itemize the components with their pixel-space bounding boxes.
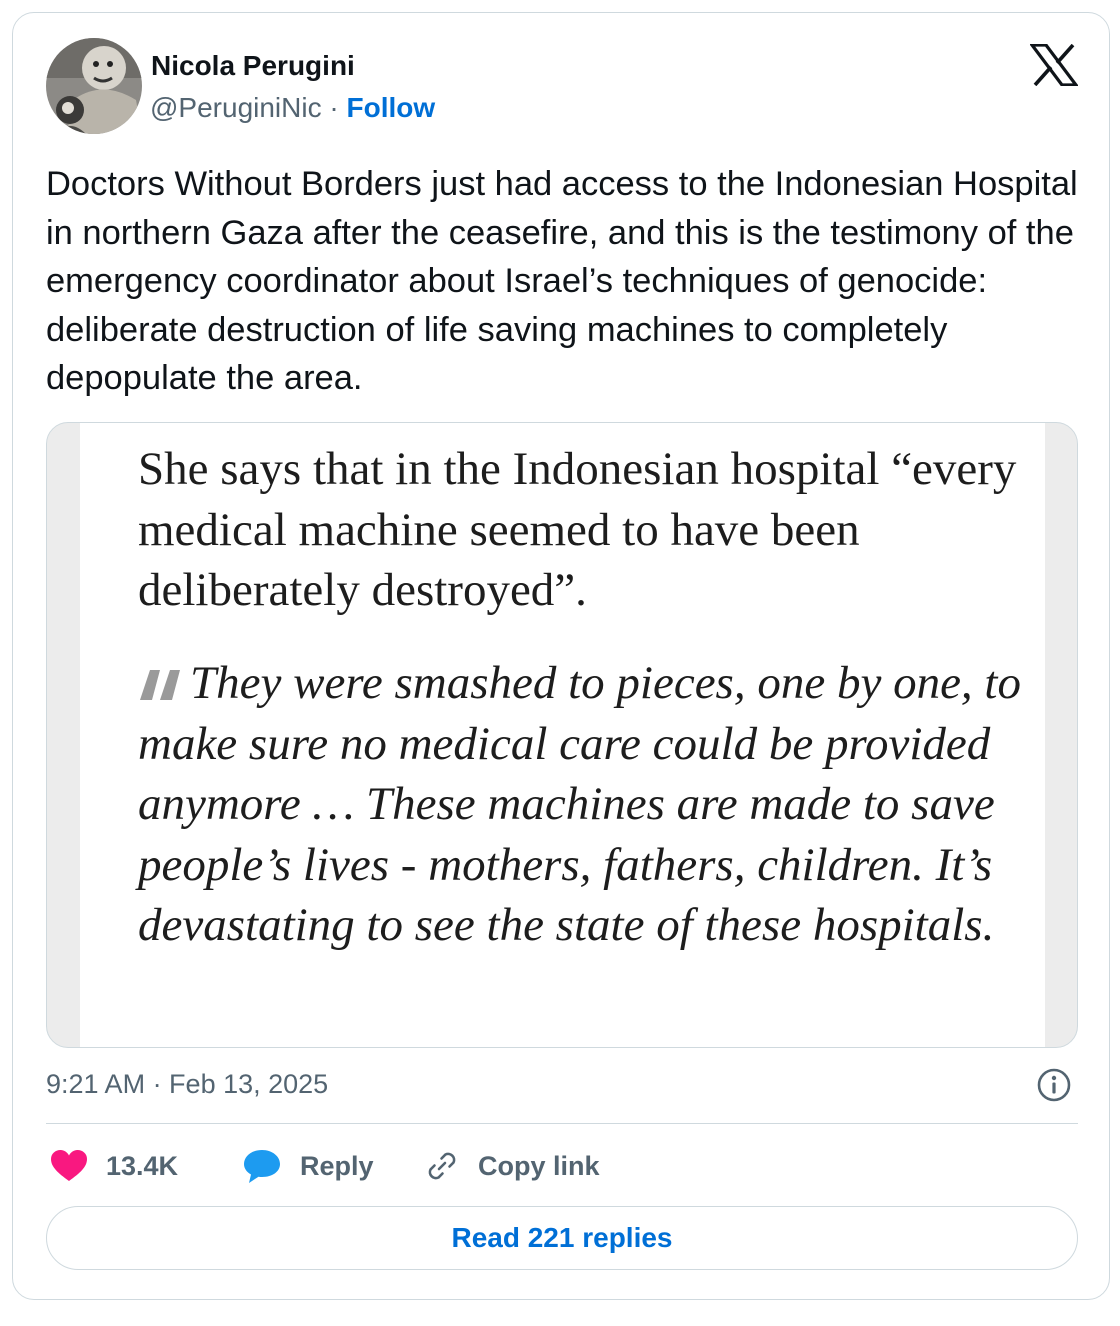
copy-link-button[interactable]: Copy link bbox=[424, 1145, 600, 1187]
x-logo-icon[interactable] bbox=[1030, 44, 1078, 86]
like-count: 13.4K bbox=[106, 1150, 179, 1181]
article-quote-text: They were smashed to pieces, one by one,… bbox=[138, 657, 1021, 951]
follow-button[interactable]: Follow bbox=[347, 92, 436, 123]
heart-icon bbox=[51, 1150, 87, 1181]
copy-link-label: Copy link bbox=[478, 1150, 600, 1181]
reply-bubble-icon bbox=[244, 1150, 280, 1183]
reply-label: Reply bbox=[300, 1150, 374, 1181]
avatar[interactable] bbox=[46, 38, 142, 134]
link-icon bbox=[428, 1152, 456, 1180]
handle-separator: · bbox=[329, 92, 339, 123]
author-handle-row: @PeruginiNic · Follow bbox=[150, 91, 435, 125]
read-replies-button[interactable]: Read 221 replies bbox=[46, 1206, 1078, 1270]
tweet-text: Doctors Without Borders just had access … bbox=[46, 165, 1078, 397]
article-lead-text: She says that in the Indonesian hospital… bbox=[138, 443, 1017, 616]
media-image[interactable]: She says that in the Indonesian hospital… bbox=[46, 422, 1078, 1048]
divider bbox=[46, 1123, 1078, 1124]
reply-button[interactable]: Reply bbox=[242, 1145, 374, 1187]
info-icon[interactable] bbox=[1036, 1067, 1072, 1103]
article-quote: They were smashed to pieces, one by one,… bbox=[138, 653, 1038, 956]
author-name[interactable]: Nicola Perugini bbox=[151, 49, 355, 83]
tweet-timestamp[interactable]: 9:21 AM · Feb 13, 2025 bbox=[46, 1067, 328, 1101]
quote-mark-icon bbox=[140, 670, 180, 700]
author-handle[interactable]: @PeruginiNic bbox=[150, 92, 322, 123]
like-button[interactable]: 13.4K bbox=[50, 1145, 178, 1187]
media-article-excerpt: She says that in the Indonesian hospital… bbox=[80, 423, 1045, 1047]
